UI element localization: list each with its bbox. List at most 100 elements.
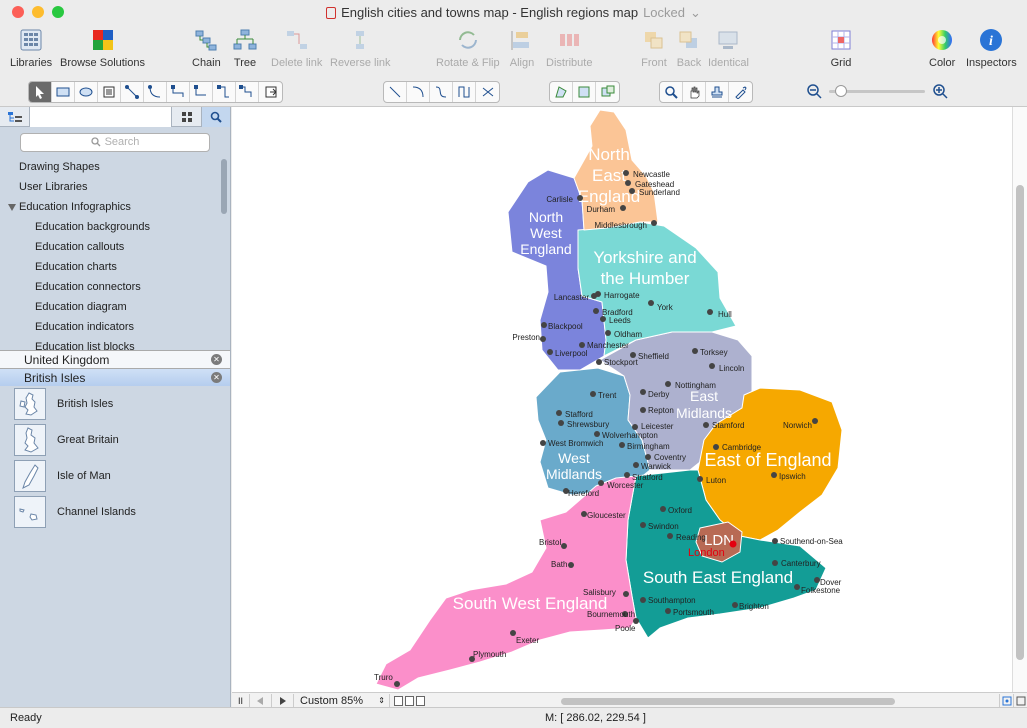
drawing-canvas[interactable]: LDN North East England North West England Yorks… xyxy=(232,107,1012,692)
arc-connector-icon[interactable] xyxy=(144,82,167,102)
close-tray-icon[interactable]: ✕ xyxy=(211,354,222,365)
eyedropper-tool-icon[interactable] xyxy=(729,82,752,102)
minimize-button[interactable] xyxy=(32,6,44,18)
grid-button[interactable]: Grid xyxy=(828,27,854,69)
bezier-tool-icon[interactable] xyxy=(430,82,453,102)
city-marker-nottingham xyxy=(665,381,671,387)
search-toggle-icon[interactable] xyxy=(202,106,230,127)
arc-tool-icon[interactable] xyxy=(407,82,430,102)
fit-selection-icon[interactable] xyxy=(1013,693,1027,708)
page-thumbnails[interactable] xyxy=(390,695,425,706)
tray-british-isles[interactable]: British Isles ✕ xyxy=(0,368,230,386)
rectangle-tool-icon[interactable] xyxy=(52,82,75,102)
shape-great-britain[interactable]: Great Britain xyxy=(0,422,230,458)
tray-label: British Isles xyxy=(24,371,86,385)
frame-shape-icon[interactable] xyxy=(573,82,596,102)
library-item-drawing-shapes[interactable]: Drawing Shapes xyxy=(0,157,230,177)
polyline-tool-icon[interactable] xyxy=(453,82,476,102)
library-item-education-list-blocks[interactable]: Education list blocks xyxy=(0,337,230,350)
delete-link-button[interactable]: Delete link xyxy=(271,27,322,69)
library-filter-field[interactable] xyxy=(30,106,172,127)
line-tool-icon[interactable] xyxy=(384,82,407,102)
city-marker-luton xyxy=(697,476,703,482)
distribute-button[interactable]: Distribute xyxy=(546,27,592,69)
chevron-down-icon[interactable]: ⌄ xyxy=(690,5,701,21)
inspectors-button[interactable]: i Inspectors xyxy=(966,27,1017,69)
freeform-shape-icon[interactable] xyxy=(550,82,573,102)
zoom-tool-icon[interactable] xyxy=(660,82,683,102)
hand-tool-icon[interactable] xyxy=(683,82,706,102)
pause-icon[interactable]: II xyxy=(232,693,250,708)
shape-channel-islands[interactable]: Channel Islands xyxy=(0,494,230,530)
shape-isle-of-man[interactable]: Isle of Man xyxy=(0,458,230,494)
vertical-scroll-thumb[interactable] xyxy=(1016,185,1024,660)
library-group-education-infographics[interactable]: Education Infographics xyxy=(0,197,230,217)
region-label-west-midlands: West xyxy=(558,450,590,466)
page-prev-icon[interactable] xyxy=(250,693,272,708)
horizontal-scrollbar[interactable] xyxy=(425,694,999,708)
library-item-education-diagram[interactable]: Education diagram xyxy=(0,297,230,317)
vertical-scrollbar[interactable] xyxy=(1012,107,1027,692)
page-next-icon[interactable] xyxy=(272,693,294,708)
text-tool-icon[interactable] xyxy=(98,82,121,102)
zoom-in-icon[interactable] xyxy=(932,83,948,99)
zoom-select[interactable]: Custom 85% ⇕ xyxy=(294,693,390,708)
curve-connector-icon[interactable] xyxy=(213,82,236,102)
rotate-flip-button[interactable]: Rotate & Flip xyxy=(436,27,500,69)
city-marker-worcester xyxy=(598,480,604,486)
identical-button[interactable]: Identical xyxy=(708,27,749,69)
grid-view-icon[interactable] xyxy=(172,106,202,127)
chain-connector-icon[interactable] xyxy=(236,82,259,102)
search-placeholder: Search xyxy=(104,136,140,148)
chain-button[interactable]: Chain xyxy=(192,27,221,69)
back-button[interactable]: Back xyxy=(676,27,702,69)
city-label-manchester: Manchester xyxy=(587,341,629,350)
city-label-norwich: Norwich xyxy=(783,421,812,430)
locked-status[interactable]: Locked xyxy=(643,5,685,20)
zoom-slider[interactable] xyxy=(827,85,927,97)
library-item-education-indicators[interactable]: Education indicators xyxy=(0,317,230,337)
shape-builder-group xyxy=(549,81,620,103)
scissors-tool-icon[interactable] xyxy=(476,82,499,102)
library-search-input[interactable]: Search xyxy=(20,132,210,152)
smart-connector-icon[interactable] xyxy=(167,82,190,102)
city-marker-cambridge xyxy=(713,444,719,450)
color-button[interactable]: Color xyxy=(929,27,955,69)
library-tree-view-icon[interactable] xyxy=(0,106,30,127)
round-connector-icon[interactable] xyxy=(190,82,213,102)
library-item-education-backgrounds[interactable]: Education backgrounds xyxy=(0,217,230,237)
shape-british-isles[interactable]: British Isles xyxy=(0,386,230,422)
select-tool-icon[interactable] xyxy=(29,82,52,102)
tray-united-kingdom[interactable]: United Kingdom ✕ xyxy=(0,350,230,368)
align-button[interactable]: Align xyxy=(509,27,535,69)
libraries-button[interactable]: Libraries xyxy=(10,27,52,69)
city-marker-birmingham xyxy=(619,442,625,448)
delete-link-label: Delete link xyxy=(271,57,323,69)
horizontal-scroll-thumb[interactable] xyxy=(561,697,895,705)
close-button[interactable] xyxy=(12,6,24,18)
library-item-user-libraries[interactable]: User Libraries xyxy=(0,177,230,197)
library-item-education-connectors[interactable]: Education connectors xyxy=(0,277,230,297)
fit-page-icon[interactable] xyxy=(999,693,1013,708)
front-button[interactable]: Front xyxy=(641,27,667,69)
library-list-scrollbar[interactable] xyxy=(221,159,227,214)
tree-button[interactable]: Tree xyxy=(232,27,258,69)
insert-shape-icon[interactable] xyxy=(259,82,282,102)
city-marker-bath xyxy=(568,562,574,568)
browse-solutions-button[interactable]: Browse Solutions xyxy=(60,27,145,69)
zoom-control xyxy=(806,83,948,99)
close-tray-icon[interactable]: ✕ xyxy=(211,372,222,383)
zoom-button[interactable] xyxy=(52,6,64,18)
city-label-hull: Hull xyxy=(718,310,732,319)
stamp-tool-icon[interactable] xyxy=(706,82,729,102)
zoom-slider-knob[interactable] xyxy=(835,85,847,97)
zoom-out-icon[interactable] xyxy=(806,83,822,99)
library-item-education-callouts[interactable]: Education callouts xyxy=(0,237,230,257)
reverse-link-button[interactable]: Reverse link xyxy=(330,27,391,69)
align-label: Align xyxy=(509,57,535,69)
city-label-poole: Poole xyxy=(615,624,636,633)
ellipse-tool-icon[interactable] xyxy=(75,82,98,102)
direct-connector-icon[interactable] xyxy=(121,82,144,102)
library-item-education-charts[interactable]: Education charts xyxy=(0,257,230,277)
group-shape-icon[interactable] xyxy=(596,82,619,102)
